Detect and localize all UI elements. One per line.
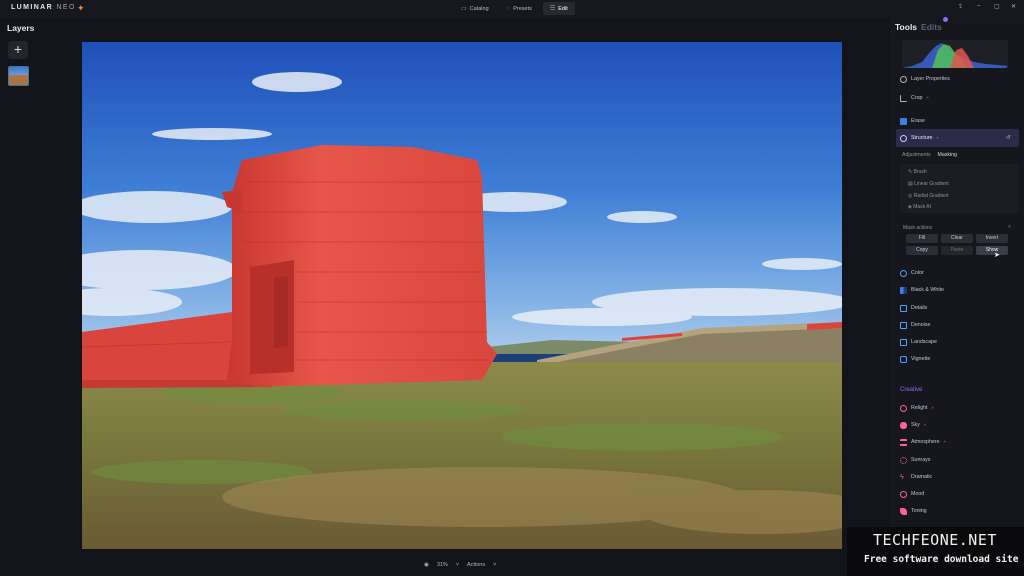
tool-relight[interactable]: Relight ^ — [900, 402, 934, 414]
minimize-icon[interactable]: – — [977, 3, 980, 9]
tool-color[interactable]: Color — [900, 267, 924, 279]
bw-icon — [900, 286, 907, 294]
tool-layer-properties[interactable]: Layer Properties — [900, 73, 950, 85]
tools-panel: Tools Edits Layer Properties Crop ^ Eras… — [890, 17, 1024, 576]
tool-structure[interactable]: Structure ^ — [900, 132, 939, 144]
tool-crop[interactable]: Crop ^ — [900, 92, 929, 104]
details-icon — [900, 304, 907, 312]
mask-ai[interactable]: ◈ Mask AI — [908, 204, 931, 210]
add-layer-button[interactable]: + — [8, 41, 28, 59]
zoom-level[interactable]: 31% — [437, 562, 448, 568]
vignette-icon — [900, 355, 907, 363]
layer-thumbnail[interactable] — [8, 66, 29, 86]
share-icon[interactable]: ⇪ — [958, 3, 963, 10]
mask-fill-button[interactable]: Fill — [906, 234, 938, 243]
extensions-icon[interactable]: ✦ — [77, 3, 87, 13]
toning-icon — [900, 507, 907, 515]
atmosphere-icon — [900, 438, 907, 446]
sky-icon — [900, 421, 907, 429]
chevron-down-icon[interactable]: ˅ — [493, 562, 496, 568]
tool-sky[interactable]: Sky ^ — [900, 419, 926, 431]
mask-actions-title: Mask actions — [903, 225, 933, 231]
mask-paste-button[interactable]: Paste — [941, 246, 973, 255]
folder-icon: ▭ — [461, 6, 467, 12]
watermark-title: TECHFEONE.NET — [873, 531, 997, 549]
presets-icon: ◌ — [506, 5, 511, 12]
crop-icon — [900, 94, 907, 102]
tab-edits[interactable]: Edits — [921, 17, 948, 32]
tool-details[interactable]: Details — [900, 302, 927, 314]
mask-clear-button[interactable]: Clear — [941, 234, 973, 243]
mask-brush[interactable]: ✎ Brush — [908, 169, 927, 175]
sunrays-icon — [900, 456, 907, 464]
app-name-suffix: NEO — [56, 4, 76, 11]
tab-adjustments[interactable]: Adjustments — [902, 152, 931, 158]
image-canvas[interactable] — [82, 42, 842, 549]
mouse-cursor-icon: ➤ — [994, 252, 1000, 259]
tool-sunrays[interactable]: Sunrays — [900, 454, 930, 466]
chevron-down-icon[interactable]: ˅ — [456, 562, 459, 568]
tool-denoise[interactable]: Denoise — [900, 319, 930, 331]
mask-linear-gradient[interactable]: ▤ Linear Gradient — [908, 181, 949, 187]
mask-radial-gradient[interactable]: ◎ Radial Gradient — [908, 193, 949, 199]
sliders-icon: ☰ — [549, 6, 556, 12]
actions-button[interactable]: Actions — [467, 562, 485, 568]
bottom-toolbar: ◉ 31% ˅ Actions ˅ — [424, 560, 496, 570]
dramatic-icon: ϟ — [900, 473, 904, 481]
watermark-subtitle: Free software download site — [864, 554, 1019, 565]
relight-icon — [900, 404, 907, 412]
tool-atmosphere[interactable]: Atmosphere ^ — [900, 436, 946, 448]
nav-edit[interactable]: ☰ Edit — [542, 2, 575, 15]
tool-black-white[interactable]: Black & White — [900, 284, 944, 296]
panel-tabs: Tools Edits — [895, 17, 948, 32]
tool-vignette[interactable]: Vignette — [900, 353, 930, 365]
section-creative: Creative — [900, 387, 923, 393]
tool-erase[interactable]: Erase — [900, 115, 925, 127]
photo — [82, 42, 842, 549]
close-icon[interactable]: ✕ — [1011, 3, 1016, 10]
histogram — [902, 40, 1008, 68]
mood-icon — [900, 490, 907, 498]
nav-presets[interactable]: ◌ Presets — [500, 2, 539, 15]
edits-badge — [942, 17, 948, 22]
tool-mood[interactable]: Mood — [900, 488, 924, 500]
layers-icon — [900, 75, 907, 83]
mask-copy-button[interactable]: Copy — [906, 246, 938, 255]
app-logo: LUMINAR NEO — [11, 4, 76, 11]
structure-icon — [900, 134, 907, 142]
denoise-icon — [900, 321, 907, 329]
tool-dramatic[interactable]: ϟ Dramatic — [900, 471, 932, 483]
tab-masking[interactable]: Masking — [938, 152, 957, 158]
nav-catalog[interactable]: ▭ Catalog — [454, 2, 496, 15]
tool-toning[interactable]: Toning — [900, 505, 927, 517]
tab-tools[interactable]: Tools — [895, 22, 917, 32]
reset-icon[interactable]: ↺ — [1006, 132, 1010, 144]
eye-icon[interactable]: ◉ — [424, 562, 429, 568]
tool-landscape[interactable]: Landscape — [900, 336, 937, 348]
maximize-icon[interactable]: ▢ — [994, 3, 1000, 10]
structure-subtabs: Adjustments Masking — [902, 152, 957, 158]
erase-icon — [900, 117, 907, 125]
title-bar: LUMINAR NEO ✦ ▭ Catalog ◌ Presets ☰ Edit… — [0, 0, 1024, 18]
landscape-icon — [900, 338, 907, 346]
mask-show-button[interactable]: Show — [976, 246, 1008, 255]
color-icon — [900, 269, 907, 277]
watermark: TECHFEONE.NET Free software download sit… — [847, 527, 1024, 576]
top-nav: ▭ Catalog ◌ Presets ☰ Edit — [454, 2, 575, 15]
app-name: LUMINAR — [11, 4, 54, 11]
layers-title: Layers — [7, 23, 35, 33]
chevron-up-icon[interactable]: ˄ — [1008, 224, 1011, 230]
mask-invert-button[interactable]: Invert — [976, 234, 1008, 243]
